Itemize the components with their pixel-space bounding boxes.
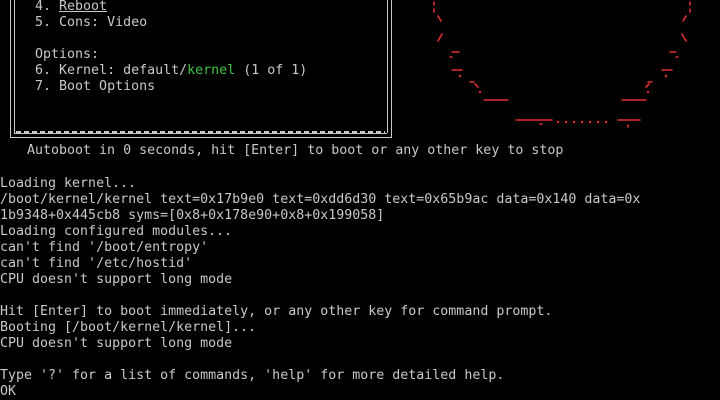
boot-menu-bottom-border <box>10 137 391 138</box>
console-line: CPU doesn't support long mode <box>0 272 233 287</box>
console-line: /boot/kernel/kernel text=0x17b9e0 text=0… <box>0 192 641 207</box>
menu-item-console[interactable]: 5. Cons: Video <box>35 15 147 31</box>
console-prompt[interactable]: OK <box>0 384 16 400</box>
console-line: CPU doesn't support long mode <box>0 336 233 351</box>
console-line: Loading kernel... <box>0 176 137 191</box>
menu-item-kernel[interactable]: 6. Kernel: default/kernel (1 of 1) <box>35 63 307 79</box>
menu-item-boot-options[interactable]: 7. Boot Options <box>35 79 155 95</box>
autoboot-countdown: Autoboot in 0 seconds, hit [Enter] to bo… <box>27 143 564 158</box>
boot-menu-dashed-border <box>16 131 385 134</box>
console-line: Loading configured modules... <box>0 224 233 239</box>
beastie-logo <box>433 1 691 128</box>
console-line: 1b9348+0x445cb8 syms=[0x8+0x178e90+0x8+0… <box>0 208 385 223</box>
console-line: Booting [/boot/kernel/kernel]... <box>0 320 257 335</box>
console-line: Type '?' for a list of commands, 'help' … <box>0 368 505 383</box>
console-line: can't find '/boot/entropy' <box>0 240 209 255</box>
options-header: Options: <box>35 47 100 62</box>
menu-item-reboot[interactable]: 4. Reboot <box>35 0 107 15</box>
kernel-name: kernel <box>187 63 236 78</box>
console-line: can't find '/etc/hostid' <box>0 256 193 271</box>
console-line: Hit [Enter] to boot immediately, or any … <box>0 304 553 319</box>
